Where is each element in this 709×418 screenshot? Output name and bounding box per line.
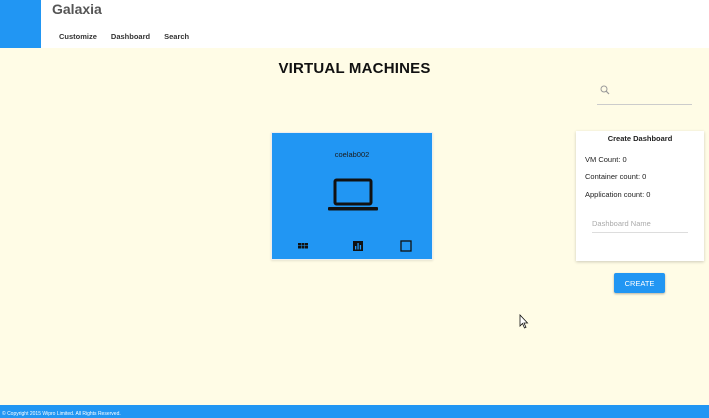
grid-icon[interactable] (296, 239, 310, 253)
search-input[interactable] (613, 83, 689, 103)
search-icon (600, 85, 610, 95)
create-button[interactable]: CREATE (614, 273, 665, 293)
application-count: Application count: 0 (585, 190, 651, 199)
panel-title: Create Dashboard (607, 134, 673, 143)
create-dashboard-panel: Create Dashboard VM Count: 0 Container c… (576, 131, 704, 261)
search-field[interactable] (597, 83, 692, 105)
nav-dashboard[interactable]: Dashboard (111, 32, 150, 41)
vm-card[interactable]: coelab002 (271, 132, 433, 260)
vm-card-actions (272, 239, 432, 253)
vm-name: coelab002 (334, 150, 370, 159)
app-header: Galaxia Customize Dashboard Search (0, 0, 709, 48)
container-count: Container count: 0 (585, 172, 647, 181)
footer: © Copyright 2015 Wipro Limited. All Righ… (0, 405, 709, 418)
bar-chart-icon[interactable] (351, 239, 365, 253)
page-title: VIRTUAL MACHINES (278, 60, 431, 77)
mouse-cursor-icon (519, 314, 529, 329)
laptop-icon (328, 178, 378, 211)
footer-copyright: © Copyright 2015 Wipro Limited. All Righ… (2, 411, 121, 417)
main-nav: Customize Dashboard Search (59, 32, 189, 41)
dashboard-name-input[interactable] (592, 215, 688, 233)
brand-block (0, 0, 41, 48)
nav-search[interactable]: Search (164, 32, 189, 41)
brand-title[interactable]: Galaxia (52, 1, 102, 17)
square-icon[interactable] (399, 239, 413, 253)
vm-count: VM Count: 0 (585, 155, 627, 164)
nav-customize[interactable]: Customize (59, 32, 97, 41)
